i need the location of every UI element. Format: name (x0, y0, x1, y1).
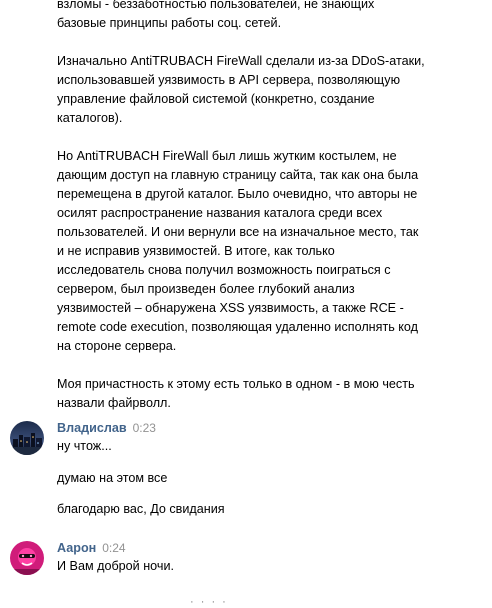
message-time[interactable]: 0:23 (133, 421, 156, 435)
chat-history: взломы - беззаботностью пользователей, н… (0, 0, 492, 608)
typing-indicator: · · · · (190, 596, 228, 608)
city-night-avatar-icon (10, 421, 44, 455)
message-body-previous: взломы - беззаботностью пользователей, н… (57, 0, 477, 413)
message-paragraph: Но AntiTRUBACH FireWall был лишь жутким … (57, 149, 419, 353)
author-name[interactable]: Аарон 0:24 (57, 541, 126, 555)
author-name[interactable]: Владислав 0:23 (57, 421, 156, 435)
author-label[interactable]: Аарон (57, 541, 96, 555)
neon-face-avatar-icon (10, 541, 44, 575)
avatar-vladislav[interactable] (10, 421, 44, 455)
author-label[interactable]: Владислав (57, 421, 127, 435)
message-paragraph: взломы - беззаботностью пользователей, н… (57, 0, 375, 30)
avatar-aaron[interactable] (10, 541, 44, 575)
message-paragraph: Моя причастность к этому есть только в о… (57, 377, 415, 410)
message-line: ну чтож... (57, 439, 112, 453)
message-line: благодарю вас, До свидания (57, 502, 225, 516)
message-time[interactable]: 0:24 (102, 541, 125, 555)
message-paragraph: Изначально AntiTRUBACH FireWall сделали … (57, 54, 425, 125)
message-line: И Вам доброй ночи. (57, 559, 174, 573)
message-line: думаю на этом все (57, 471, 168, 485)
